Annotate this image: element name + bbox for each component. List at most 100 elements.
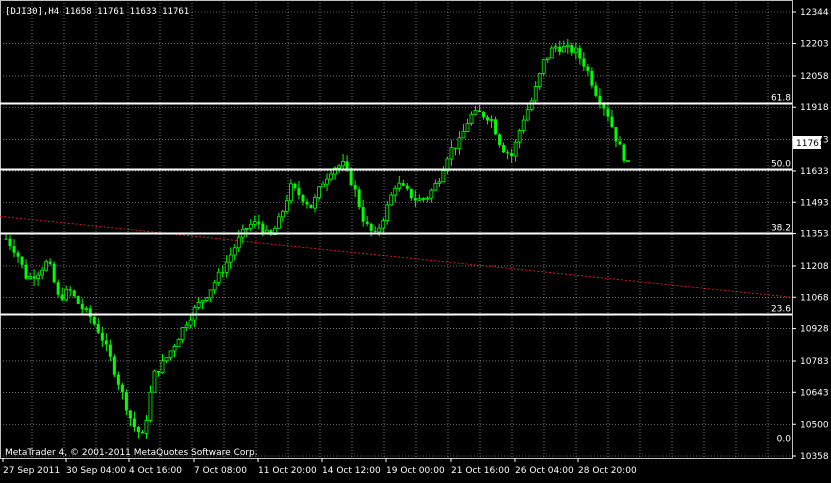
candle	[325, 173, 329, 191]
candle-body	[252, 221, 257, 225]
y-tick-label: 10783	[800, 357, 829, 367]
candle-body	[68, 289, 72, 291]
candle-body	[305, 201, 309, 205]
candle-body	[124, 392, 128, 411]
candle-body	[558, 46, 562, 52]
candle	[289, 179, 293, 204]
candle-body	[80, 303, 84, 310]
candle	[606, 102, 610, 122]
candle	[618, 136, 622, 145]
candle-body	[570, 45, 574, 53]
candle	[216, 268, 221, 287]
candle-body	[389, 194, 394, 206]
candle	[309, 204, 313, 209]
candle	[276, 212, 281, 229]
candle	[12, 239, 16, 258]
fib-label: 61.8	[771, 94, 791, 104]
candle-body	[510, 153, 514, 156]
candle-body	[478, 110, 482, 113]
y-tick-label: 10358	[800, 452, 829, 462]
candle	[486, 115, 490, 125]
candle-body	[321, 183, 325, 188]
candle-body	[417, 198, 422, 201]
candle-body	[52, 263, 56, 283]
candle-body	[100, 332, 104, 341]
candle-body	[413, 198, 417, 201]
candle	[445, 156, 450, 175]
price-chart[interactable]: 61.8 50.0 38.2 23.6 0.0 12344 12203 12058 11918…	[0, 0, 831, 479]
candle-body	[76, 296, 80, 304]
candle-body	[285, 200, 289, 212]
candle-body	[610, 116, 614, 128]
y-tick-label: 11068	[800, 293, 829, 303]
candle	[144, 415, 149, 439]
candle-body	[12, 246, 16, 253]
y-tick-label: 12344	[800, 8, 829, 18]
candle	[104, 333, 108, 352]
candle-body	[586, 66, 590, 71]
candle-body	[72, 290, 76, 297]
candle	[622, 143, 626, 164]
candle	[148, 385, 153, 423]
candle	[353, 180, 357, 197]
candle	[208, 289, 213, 303]
candle-body	[602, 103, 606, 109]
candle-body	[32, 276, 36, 279]
candle	[461, 124, 466, 139]
candle	[425, 196, 430, 203]
candle-body	[622, 144, 626, 161]
candle	[357, 186, 361, 210]
candle	[257, 214, 261, 230]
x-tick-label: 26 Oct 04:00	[515, 466, 574, 476]
candle-body	[152, 370, 157, 393]
candle	[417, 194, 422, 201]
x-tick-label: 14 Oct 12:00	[322, 466, 381, 476]
candle-body	[160, 360, 165, 373]
candle-body	[164, 357, 169, 362]
y-tick-label: 11353	[800, 230, 829, 240]
candle-body	[537, 73, 542, 87]
chart-window[interactable]: 61.8 50.0 38.2 23.6 0.0 12344 12203 12058 11918…	[0, 0, 831, 479]
candle	[100, 326, 104, 348]
candle-body	[168, 350, 173, 359]
trendline[interactable]	[0, 215, 793, 298]
candle-body	[437, 181, 442, 184]
candle	[537, 72, 542, 91]
candle	[570, 42, 574, 56]
candle-body	[498, 134, 502, 145]
candle	[553, 43, 558, 53]
time-axis: 27 Sep 2011 30 Sep 04:00 4 Oct 16:00 7 Oct …	[2, 458, 637, 476]
y-tick-label: 12058	[800, 72, 829, 82]
candle	[44, 259, 49, 272]
candle	[116, 371, 120, 391]
fibonacci-levels: 61.8 50.0 38.2 23.6 0.0	[0, 94, 792, 445]
candle	[549, 45, 554, 59]
candle-body	[313, 197, 317, 209]
candle-body	[377, 227, 382, 233]
candle-body	[425, 197, 430, 200]
y-tick-label: 12203	[800, 40, 829, 50]
candle	[164, 357, 169, 363]
candle-body	[84, 308, 89, 310]
candle	[421, 197, 426, 203]
candle	[132, 411, 136, 432]
candle	[172, 344, 177, 358]
candle-body	[184, 324, 189, 329]
candle	[521, 115, 526, 134]
trendline-layer	[0, 215, 793, 298]
candle-body	[618, 141, 622, 145]
candle	[64, 285, 69, 302]
candle-body	[236, 236, 241, 249]
candle	[168, 350, 173, 361]
candle	[188, 314, 193, 329]
candle	[449, 140, 454, 166]
candle-body	[208, 289, 213, 299]
candle-body	[112, 356, 116, 375]
candle	[140, 429, 144, 434]
candle-body	[429, 189, 434, 199]
candle	[433, 179, 438, 191]
candle-body	[433, 182, 438, 191]
candle	[341, 154, 345, 169]
candle	[196, 297, 201, 310]
candle-body	[212, 282, 217, 291]
